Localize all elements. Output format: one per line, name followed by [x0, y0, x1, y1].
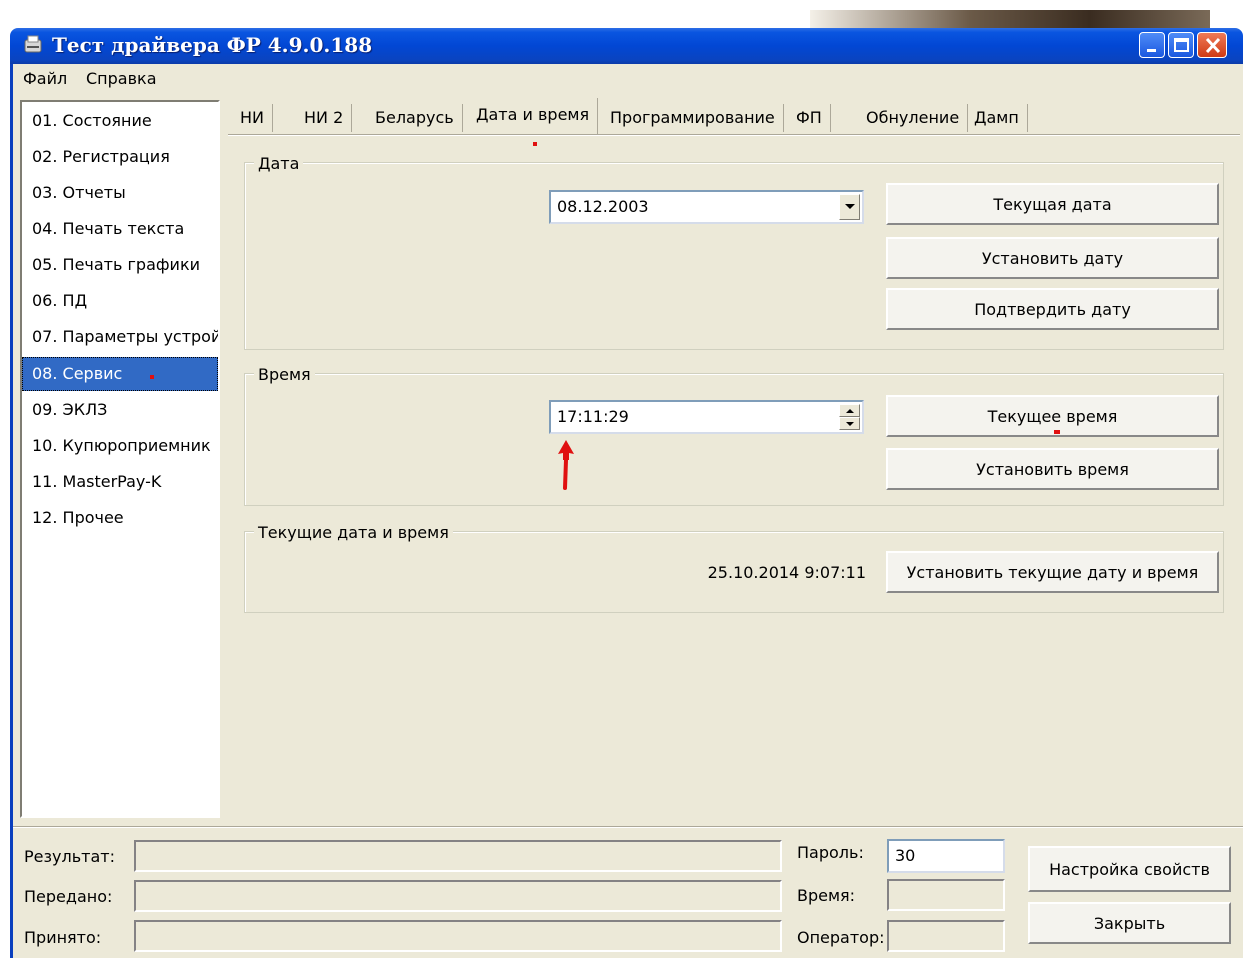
list-item[interactable]: 02. Регистрация — [22, 140, 218, 174]
section-list[interactable]: 01. Состояние 02. Регистрация 03. Отчеты… — [20, 100, 220, 818]
app-icon — [22, 34, 46, 58]
chevron-down-icon — [845, 421, 854, 426]
minimize-button[interactable] — [1139, 32, 1165, 58]
list-item[interactable]: 12. Прочее — [22, 501, 218, 535]
maximize-icon — [1174, 38, 1189, 52]
chevron-down-icon — [844, 204, 855, 209]
list-item[interactable]: 04. Печать текста — [22, 212, 218, 246]
current-datetime-title: Текущие дата и время — [254, 523, 453, 543]
current-datetime-value: 25.10.2014 9:07:11 — [707, 563, 866, 582]
spin-up-button[interactable] — [839, 404, 860, 417]
time-spin-field[interactable]: 17:11:29 — [549, 400, 864, 434]
background-strip — [810, 10, 1210, 28]
date-group-title: Дата — [254, 154, 304, 174]
window-title: Тест драйвера ФР 4.9.0.188 — [52, 33, 373, 57]
password-input[interactable]: 30 — [887, 839, 1005, 873]
list-item[interactable]: 11. MasterPay-K — [22, 465, 218, 499]
time-value: 17:11:29 — [557, 407, 629, 426]
list-item[interactable]: 06. ПД — [22, 284, 218, 318]
chevron-up-icon — [845, 408, 854, 413]
operator-label: Оператор: — [797, 928, 885, 947]
tab-ni2[interactable]: НИ 2 — [296, 104, 353, 132]
minimize-icon — [1147, 49, 1156, 52]
list-item[interactable]: 10. Купюроприемник — [22, 429, 218, 463]
tab-ni[interactable]: НИ — [232, 104, 273, 132]
tab-fp[interactable]: ФП — [788, 104, 831, 132]
received-field — [134, 920, 782, 952]
sent-field — [134, 880, 782, 912]
annotation-arrow — [552, 438, 582, 490]
close-icon — [1205, 37, 1221, 54]
password-label: Пароль: — [797, 843, 864, 862]
confirm-date-button[interactable]: Подтвердить дату — [886, 288, 1219, 330]
separator — [13, 826, 1243, 828]
current-date-button[interactable]: Текущая дата — [886, 183, 1219, 225]
close-window-button[interactable] — [1197, 32, 1227, 58]
time-group-title: Время — [254, 365, 315, 385]
tab-reset[interactable]: Обнуление — [858, 104, 969, 132]
list-item-selected[interactable]: 08. Сервис — [22, 357, 218, 391]
spin-down-button[interactable] — [839, 417, 860, 430]
menu-file[interactable]: Файл — [23, 66, 67, 92]
date-value: 08.12.2003 — [557, 197, 649, 216]
sent-label: Передано: — [24, 887, 113, 906]
maximize-button[interactable] — [1168, 32, 1194, 58]
annotation-dot — [150, 375, 154, 379]
time-label: Время: — [797, 886, 856, 905]
set-current-datetime-button[interactable]: Установить текущие дату и время — [886, 551, 1219, 593]
current-time-button[interactable]: Текущее время — [886, 395, 1219, 437]
list-item[interactable]: 05. Печать графики — [22, 248, 218, 282]
settings-button[interactable]: Настройка свойств — [1028, 846, 1231, 892]
tab-dump[interactable]: Дамп — [966, 104, 1028, 132]
list-item[interactable]: 07. Параметры устрой — [22, 320, 218, 354]
result-label: Результат: — [24, 847, 115, 866]
tab-date-time[interactable]: Дата и время — [468, 98, 599, 134]
list-item[interactable]: 03. Отчеты — [22, 176, 218, 210]
password-value: 30 — [895, 846, 916, 865]
annotation-dot — [1054, 430, 1060, 434]
tab-programming[interactable]: Программирование — [602, 104, 784, 132]
list-item[interactable]: 01. Состояние — [22, 104, 218, 138]
result-field — [134, 840, 782, 872]
list-item[interactable]: 09. ЭКЛЗ — [22, 393, 218, 427]
set-date-button[interactable]: Установить дату — [886, 237, 1219, 279]
close-button[interactable]: Закрыть — [1028, 902, 1231, 944]
tab-belarus[interactable]: Беларусь — [367, 104, 463, 132]
dropdown-button[interactable] — [839, 194, 860, 220]
time-field — [887, 879, 1005, 911]
annotation-dot — [533, 142, 537, 146]
operator-field — [887, 920, 1005, 952]
set-time-button[interactable]: Установить время — [886, 448, 1219, 490]
date-dropdown[interactable]: 08.12.2003 — [549, 190, 864, 224]
tab-strip-line — [228, 134, 1240, 136]
received-label: Принято: — [24, 928, 102, 947]
menu-help[interactable]: Справка — [86, 66, 157, 92]
